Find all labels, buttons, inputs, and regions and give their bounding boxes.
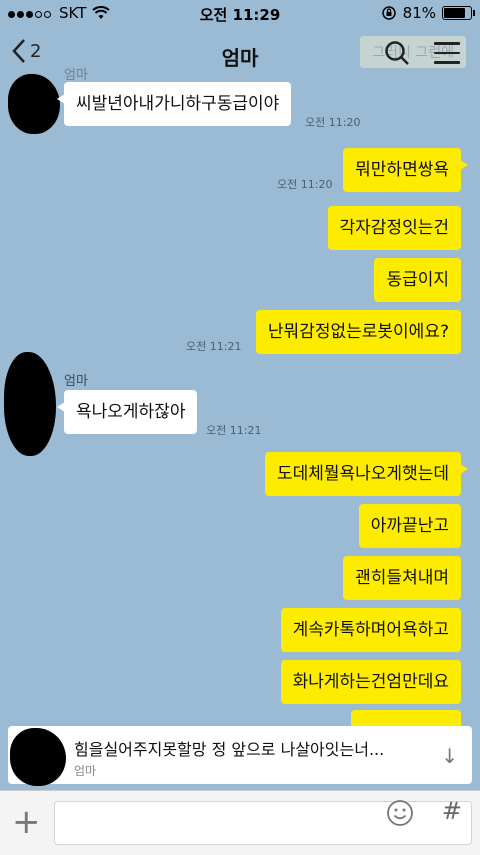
- message-bubble[interactable]: 뭐만하면쌍욕: [343, 148, 468, 192]
- battery-percent: 81%: [402, 4, 436, 22]
- message-bubble[interactable]: 괜히들쳐내며: [343, 556, 461, 600]
- sender-name: 엄마: [64, 68, 88, 83]
- search-icon: [385, 41, 409, 65]
- message-bubble[interactable]: 계속카톡하며어욕하고: [280, 608, 461, 652]
- menu-button[interactable]: [434, 42, 460, 71]
- arrow-down-icon[interactable]: ↓: [441, 744, 458, 768]
- sender-name: 엄마: [64, 374, 88, 389]
- add-button[interactable]: +: [12, 805, 41, 839]
- avatar[interactable]: [4, 352, 56, 456]
- search-button[interactable]: [384, 40, 410, 70]
- message-bubble[interactable]: 난뭐감정없는로봇이에요?: [255, 310, 461, 354]
- emoji-button[interactable]: [386, 799, 414, 831]
- last-message-preview[interactable]: 힘을실어주지못할망 정 앞으로 나살아잇는너... 엄마 ↓: [8, 726, 472, 786]
- message-bubble[interactable]: 도데체뭘욕나오게햇는데: [264, 452, 469, 496]
- battery-icon: [442, 6, 475, 20]
- status-bar: SKT 오전 11:29 81%: [0, 0, 480, 28]
- preview-sender: 엄마: [74, 764, 97, 778]
- message-bubble[interactable]: 욕나오게하잖아: [56, 390, 198, 434]
- message-time: 오전 11:21: [206, 424, 262, 437]
- status-right: 81%: [381, 4, 475, 22]
- avatar: [10, 728, 66, 786]
- message-bubble[interactable]: 각자감정잇는건: [327, 206, 461, 250]
- message-time: 오전 11:20: [277, 178, 333, 191]
- message-time: 오전 11:21: [186, 340, 242, 353]
- rotation-lock-icon: [381, 6, 396, 20]
- preview-text: 힘을실어주지못할망 정 앞으로 나살아잇는너...: [74, 740, 385, 759]
- message-bubble[interactable]: 동급이지: [374, 258, 461, 302]
- message-time: 오전 11:20: [305, 116, 361, 129]
- message-bubble[interactable]: 씨발년아내가니하구동급이야: [56, 82, 292, 126]
- message-bubble[interactable]: 아까끝난고: [358, 504, 461, 548]
- input-bar: + #: [0, 790, 480, 855]
- message-bubble[interactable]: 화나게하는건엄만데요: [280, 660, 461, 704]
- hash-button[interactable]: #: [442, 797, 462, 825]
- avatar[interactable]: [8, 74, 60, 134]
- smiley-icon: [387, 800, 413, 826]
